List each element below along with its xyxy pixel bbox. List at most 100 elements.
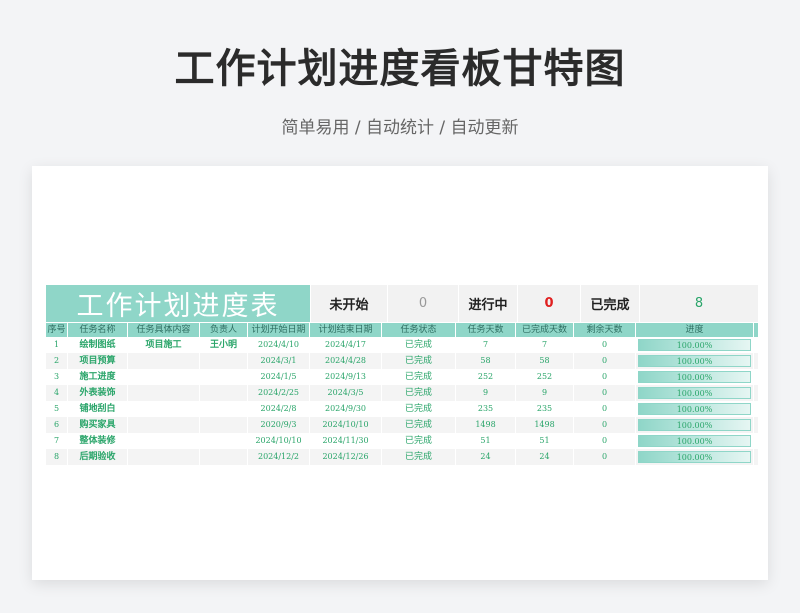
cell-task-content[interactable]: [128, 353, 200, 369]
cell-status[interactable]: 已完成: [382, 337, 456, 353]
cell-remain-days[interactable]: 0: [574, 385, 636, 401]
col-header-status[interactable]: 任务状态: [382, 323, 456, 337]
cell-task-name[interactable]: 后期验收: [68, 449, 128, 465]
cell-task-content[interactable]: [128, 401, 200, 417]
cell-done-days[interactable]: 58: [516, 353, 574, 369]
cell-done-days[interactable]: 252: [516, 369, 574, 385]
cell-end-date[interactable]: 2024/12/26: [310, 449, 382, 465]
col-header-name[interactable]: 任务名称: [68, 323, 128, 337]
cell-progress[interactable]: 100.00%: [636, 353, 754, 369]
col-header-end[interactable]: 计划结束日期: [310, 323, 382, 337]
cell-days[interactable]: 7: [456, 337, 516, 353]
cell-remain-days[interactable]: 0: [574, 433, 636, 449]
cell-status[interactable]: 已完成: [382, 369, 456, 385]
cell-remain-days[interactable]: 0: [574, 417, 636, 433]
cell-task-content[interactable]: [128, 449, 200, 465]
cell-task-name[interactable]: 绘制图纸: [68, 337, 128, 353]
cell-owner[interactable]: [200, 449, 248, 465]
cell-task-name[interactable]: 购买家具: [68, 417, 128, 433]
cell-days[interactable]: 51: [456, 433, 516, 449]
cell-start-date[interactable]: 2024/3/1: [248, 353, 310, 369]
cell-done-days[interactable]: 235: [516, 401, 574, 417]
cell-task-name[interactable]: 施工进度: [68, 369, 128, 385]
cell-remain-days[interactable]: 0: [574, 401, 636, 417]
col-header-content[interactable]: 任务具体内容: [128, 323, 200, 337]
cell-end-date[interactable]: 2024/9/30: [310, 401, 382, 417]
cell-start-date[interactable]: 2024/10/10: [248, 433, 310, 449]
cell-owner[interactable]: 王小明: [200, 337, 248, 353]
cell-no[interactable]: 1: [46, 337, 68, 353]
col-header-remain[interactable]: 剩余天数: [574, 323, 636, 337]
cell-task-name[interactable]: 外表装饰: [68, 385, 128, 401]
cell-days[interactable]: 235: [456, 401, 516, 417]
cell-done-days[interactable]: 24: [516, 449, 574, 465]
cell-start-date[interactable]: 2020/9/3: [248, 417, 310, 433]
cell-status[interactable]: 已完成: [382, 449, 456, 465]
col-header-start[interactable]: 计划开始日期: [248, 323, 310, 337]
cell-remain-days[interactable]: 0: [574, 369, 636, 385]
cell-start-date[interactable]: 2024/2/8: [248, 401, 310, 417]
cell-no[interactable]: 3: [46, 369, 68, 385]
cell-end-date[interactable]: 2024/3/5: [310, 385, 382, 401]
cell-task-content[interactable]: 项目施工: [128, 337, 200, 353]
cell-progress[interactable]: 100.00%: [636, 433, 754, 449]
cell-status[interactable]: 已完成: [382, 433, 456, 449]
col-header-done[interactable]: 已完成天数: [516, 323, 574, 337]
cell-remain-days[interactable]: 0: [574, 337, 636, 353]
cell-remain-days[interactable]: 0: [574, 353, 636, 369]
cell-days[interactable]: 1498: [456, 417, 516, 433]
cell-remain-days[interactable]: 0: [574, 449, 636, 465]
col-header-progress[interactable]: 进度: [636, 323, 754, 337]
col-header-days[interactable]: 任务天数: [456, 323, 516, 337]
cell-done-days[interactable]: 9: [516, 385, 574, 401]
cell-start-date[interactable]: 2024/1/5: [248, 369, 310, 385]
cell-task-content[interactable]: [128, 417, 200, 433]
cell-progress[interactable]: 100.00%: [636, 385, 754, 401]
cell-no[interactable]: 7: [46, 433, 68, 449]
cell-owner[interactable]: [200, 417, 248, 433]
cell-start-date[interactable]: 2024/4/10: [248, 337, 310, 353]
cell-owner[interactable]: [200, 385, 248, 401]
cell-no[interactable]: 6: [46, 417, 68, 433]
cell-progress[interactable]: 100.00%: [636, 369, 754, 385]
cell-task-name[interactable]: 铺地刮白: [68, 401, 128, 417]
cell-days[interactable]: 24: [456, 449, 516, 465]
cell-progress[interactable]: 100.00%: [636, 337, 754, 353]
cell-status[interactable]: 已完成: [382, 417, 456, 433]
cell-task-content[interactable]: [128, 385, 200, 401]
cell-start-date[interactable]: 2024/2/25: [248, 385, 310, 401]
cell-status[interactable]: 已完成: [382, 401, 456, 417]
cell-days[interactable]: 58: [456, 353, 516, 369]
cell-done-days[interactable]: 1498: [516, 417, 574, 433]
cell-owner[interactable]: [200, 401, 248, 417]
table-row: 2 项目预算 2024/3/1 2024/4/28 已完成 58 58 0 10…: [46, 353, 758, 369]
cell-owner[interactable]: [200, 369, 248, 385]
cell-end-date[interactable]: 2024/9/13: [310, 369, 382, 385]
cell-end-date[interactable]: 2024/4/28: [310, 353, 382, 369]
cell-status[interactable]: 已完成: [382, 385, 456, 401]
cell-done-days[interactable]: 7: [516, 337, 574, 353]
cell-status[interactable]: 已完成: [382, 353, 456, 369]
cell-done-days[interactable]: 51: [516, 433, 574, 449]
cell-end-date[interactable]: 2024/11/30: [310, 433, 382, 449]
cell-days[interactable]: 252: [456, 369, 516, 385]
cell-no[interactable]: 5: [46, 401, 68, 417]
cell-progress[interactable]: 100.00%: [636, 417, 754, 433]
cell-no[interactable]: 2: [46, 353, 68, 369]
cell-days[interactable]: 9: [456, 385, 516, 401]
col-header-no[interactable]: 序号: [46, 323, 68, 337]
col-header-owner[interactable]: 负责人: [200, 323, 248, 337]
cell-owner[interactable]: [200, 353, 248, 369]
cell-task-content[interactable]: [128, 433, 200, 449]
cell-progress[interactable]: 100.00%: [636, 449, 754, 465]
cell-end-date[interactable]: 2024/10/10: [310, 417, 382, 433]
cell-task-name[interactable]: 整体装修: [68, 433, 128, 449]
cell-no[interactable]: 4: [46, 385, 68, 401]
cell-task-content[interactable]: [128, 369, 200, 385]
cell-start-date[interactable]: 2024/12/2: [248, 449, 310, 465]
cell-owner[interactable]: [200, 433, 248, 449]
cell-progress[interactable]: 100.00%: [636, 401, 754, 417]
cell-end-date[interactable]: 2024/4/17: [310, 337, 382, 353]
cell-task-name[interactable]: 项目预算: [68, 353, 128, 369]
cell-no[interactable]: 8: [46, 449, 68, 465]
